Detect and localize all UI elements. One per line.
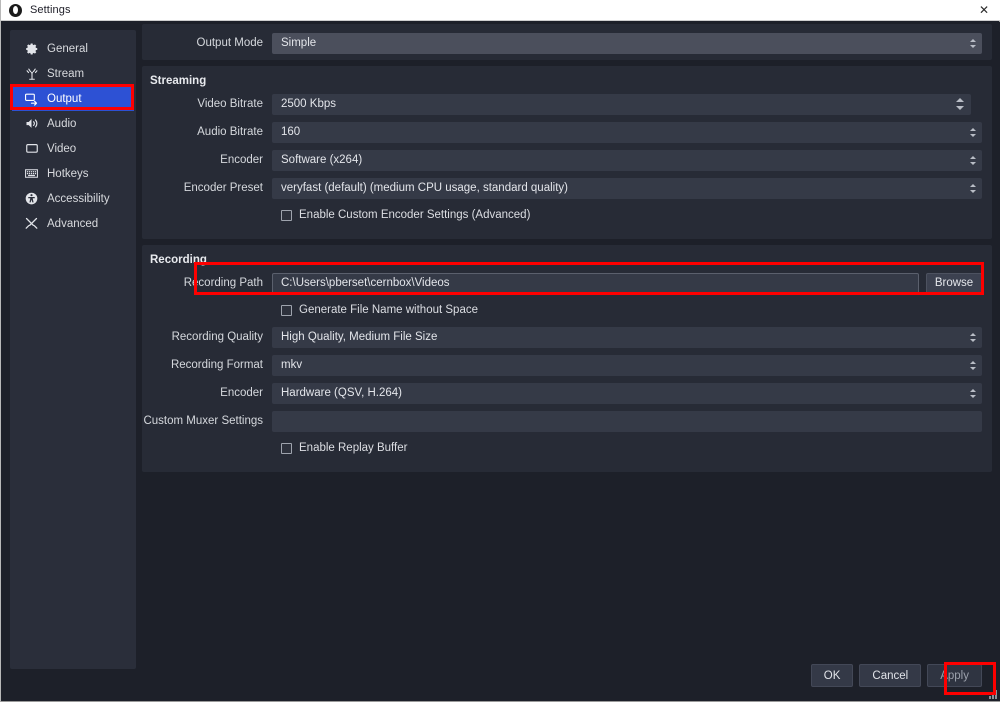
sidebar-item-advanced[interactable]: Advanced (12, 211, 134, 236)
speaker-icon (24, 116, 39, 131)
video-bitrate-row: Video Bitrate 2500 Kbps (142, 93, 992, 115)
window-title: Settings (30, 4, 71, 16)
recording-format-value: mkv (281, 359, 303, 371)
video-bitrate-value: 2500 Kbps (281, 98, 336, 110)
sidebar-item-label: Output (47, 92, 82, 105)
custom-encoder-settings-checkbox[interactable] (281, 209, 292, 221)
sidebar-item-label: Video (47, 142, 77, 155)
recording-encoder-row: Encoder Hardware (QSV, H.264) (142, 382, 992, 404)
sidebar-item-label: Advanced (47, 217, 99, 230)
video-bitrate-spinbox[interactable]: 2500 Kbps (272, 93, 971, 115)
sidebar-item-accessibility[interactable]: Accessibility (12, 186, 134, 211)
generate-filename-label: Generate File Name without Space (299, 304, 478, 316)
output-mode-group: Output Mode Simple (142, 24, 992, 60)
recording-quality-value: High Quality, Medium File Size (281, 331, 438, 343)
chevron-updown-icon[interactable] (967, 357, 979, 374)
output-mode-select[interactable]: Simple (272, 32, 982, 54)
browse-button[interactable]: Browse (926, 272, 982, 294)
encoder-preset-select[interactable]: veryfast (default) (medium CPU usage, st… (272, 177, 982, 199)
sidebar-item-video[interactable]: Video (12, 136, 134, 161)
chevron-updown-icon[interactable] (967, 385, 979, 402)
streaming-section-title: Streaming (150, 75, 207, 87)
apply-button[interactable]: Apply (927, 664, 982, 687)
tools-icon (24, 216, 39, 231)
recording-encoder-label: Encoder (220, 387, 263, 399)
encoder-preset-label: Encoder Preset (183, 182, 263, 194)
replay-buffer-label: Enable Replay Buffer (299, 442, 408, 454)
output-settings-panel: Output Mode Simple Streaming Video Bitra… (142, 24, 992, 699)
streaming-encoder-value: Software (x264) (281, 154, 363, 166)
cancel-button[interactable]: Cancel (859, 664, 922, 687)
dialog-buttons: OK Cancel Apply (810, 664, 982, 687)
chevron-updown-icon[interactable] (967, 180, 979, 197)
output-mode-row: Output Mode Simple (142, 32, 992, 54)
streaming-group: Streaming Video Bitrate 2500 Kbps Audio … (142, 66, 992, 239)
audio-bitrate-value: 160 (281, 126, 301, 138)
encoder-preset-value: veryfast (default) (medium CPU usage, st… (281, 182, 568, 194)
replay-buffer-checkbox[interactable] (281, 442, 292, 454)
resize-grip[interactable] (987, 689, 997, 699)
custom-muxer-label: Custom Muxer Settings (143, 415, 263, 427)
recording-path-value: C:\Users\pberset\cernbox\Videos (281, 277, 450, 289)
gear-icon (24, 41, 39, 56)
sidebar-item-label: Audio (47, 117, 77, 130)
chevron-updown-icon[interactable] (967, 35, 979, 52)
chevron-updown-icon[interactable] (967, 152, 979, 169)
output-display-icon (24, 91, 39, 106)
chevron-updown-icon[interactable] (967, 329, 979, 346)
audio-bitrate-row: Audio Bitrate 160 (142, 121, 992, 143)
title-bar: Settings ✕ (1, 0, 1000, 21)
ok-button[interactable]: OK (810, 664, 854, 687)
chevron-updown-icon[interactable] (953, 95, 967, 114)
output-mode-label: Output Mode (196, 37, 263, 49)
recording-quality-select[interactable]: High Quality, Medium File Size (272, 326, 982, 348)
obs-logo-icon (9, 3, 22, 17)
sidebar-item-stream[interactable]: Stream (12, 61, 134, 86)
sidebar-item-label: Stream (47, 67, 85, 80)
streaming-encoder-select[interactable]: Software (x264) (272, 149, 982, 171)
recording-section-title: Recording (150, 254, 207, 266)
video-bitrate-label: Video Bitrate (197, 98, 263, 110)
custom-encoder-settings-row[interactable]: Enable Custom Encoder Settings (Advanced… (142, 205, 992, 225)
monitor-icon (24, 141, 39, 156)
custom-muxer-input[interactable] (272, 410, 982, 432)
recording-group: Recording Recording Path C:\Users\pberse… (142, 245, 992, 472)
keyboard-icon (24, 166, 39, 181)
sidebar-item-label: Accessibility (47, 192, 110, 205)
recording-format-row: Recording Format mkv (142, 354, 992, 376)
recording-path-label: Recording Path (183, 277, 263, 289)
generate-filename-checkbox[interactable] (281, 304, 292, 316)
settings-window: Settings ✕ General Stream Output Audio V… (0, 0, 1000, 702)
replay-buffer-row[interactable]: Enable Replay Buffer (142, 438, 992, 458)
streaming-encoder-label: Encoder (220, 154, 263, 166)
output-mode-value: Simple (281, 37, 317, 49)
sidebar-item-general[interactable]: General (12, 36, 134, 61)
sidebar-item-hotkeys[interactable]: Hotkeys (12, 161, 134, 186)
recording-quality-row: Recording Quality High Quality, Medium F… (142, 326, 992, 348)
recording-encoder-select[interactable]: Hardware (QSV, H.264) (272, 382, 982, 404)
custom-muxer-row: Custom Muxer Settings (142, 410, 992, 432)
recording-format-select[interactable]: mkv (272, 354, 982, 376)
broadcast-icon (24, 66, 39, 81)
sidebar-item-label: General (47, 42, 88, 55)
recording-path-row: Recording Path C:\Users\pberset\cernbox\… (142, 272, 992, 294)
custom-encoder-settings-label: Enable Custom Encoder Settings (Advanced… (299, 209, 531, 221)
recording-encoder-value: Hardware (QSV, H.264) (281, 387, 403, 399)
recording-path-input[interactable]: C:\Users\pberset\cernbox\Videos (272, 272, 919, 294)
audio-bitrate-select[interactable]: 160 (272, 121, 982, 143)
encoder-preset-row: Encoder Preset veryfast (default) (mediu… (142, 177, 992, 199)
streaming-encoder-row: Encoder Software (x264) (142, 149, 992, 171)
window-body: General Stream Output Audio Video Hotkey… (2, 22, 1000, 701)
settings-sidebar: General Stream Output Audio Video Hotkey… (10, 30, 136, 669)
recording-format-label: Recording Format (170, 359, 263, 371)
close-icon[interactable]: ✕ (971, 0, 997, 20)
accessibility-icon (24, 191, 39, 206)
sidebar-item-audio[interactable]: Audio (12, 111, 134, 136)
recording-quality-label: Recording Quality (171, 331, 263, 343)
generate-filename-row[interactable]: Generate File Name without Space (142, 300, 992, 320)
sidebar-item-label: Hotkeys (47, 167, 89, 180)
chevron-updown-icon[interactable] (967, 124, 979, 141)
sidebar-item-output[interactable]: Output (12, 86, 134, 111)
audio-bitrate-label: Audio Bitrate (197, 126, 263, 138)
